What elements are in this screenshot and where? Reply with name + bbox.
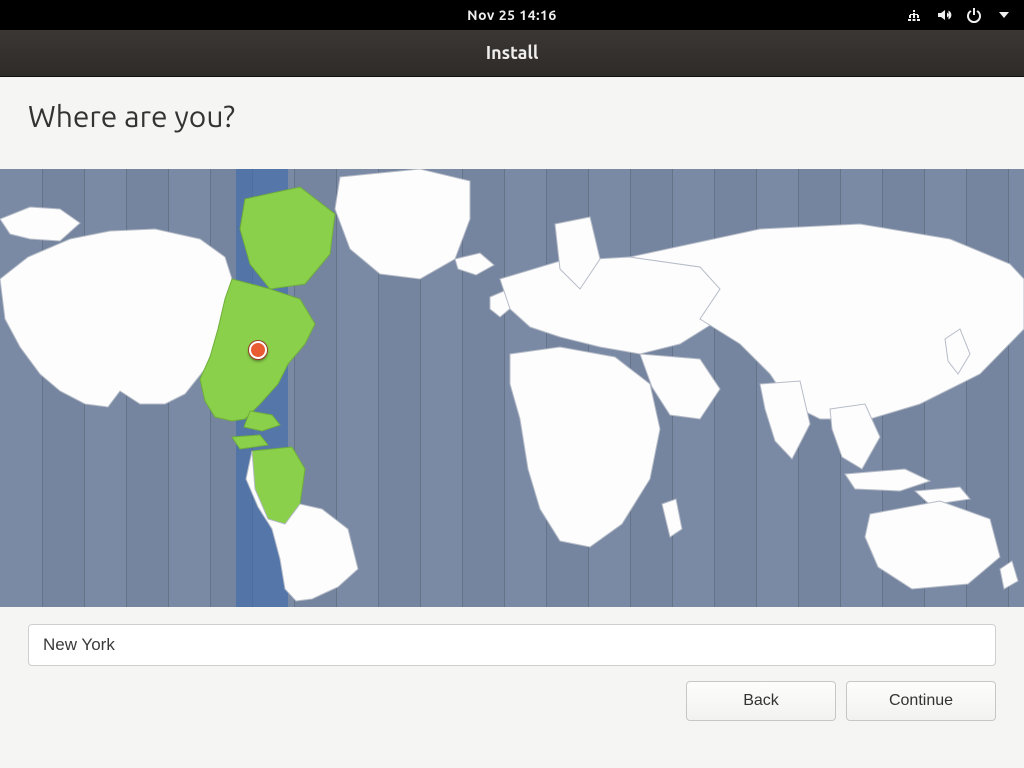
window-title: Install (486, 43, 539, 63)
chevron-down-icon[interactable] (996, 7, 1012, 23)
panel-datetime[interactable]: Nov 25 14:16 (467, 7, 557, 23)
timezone-map[interactable] (0, 169, 1024, 607)
installer-page: Where are you? (0, 77, 1024, 768)
world-map-svg (0, 169, 1024, 607)
location-input[interactable] (28, 624, 996, 666)
wizard-buttons: Back Continue (686, 681, 996, 721)
location-marker-icon (249, 341, 267, 359)
gnome-top-panel: Nov 25 14:16 (0, 0, 1024, 30)
power-icon[interactable] (966, 7, 982, 23)
continue-button[interactable]: Continue (846, 681, 996, 721)
location-field-wrap (28, 624, 996, 666)
back-button[interactable]: Back (686, 681, 836, 721)
panel-status-area[interactable] (906, 7, 1012, 23)
window-titlebar: Install (0, 30, 1024, 77)
volume-icon[interactable] (936, 7, 952, 23)
page-title: Where are you? (28, 99, 996, 133)
network-icon[interactable] (906, 7, 922, 23)
